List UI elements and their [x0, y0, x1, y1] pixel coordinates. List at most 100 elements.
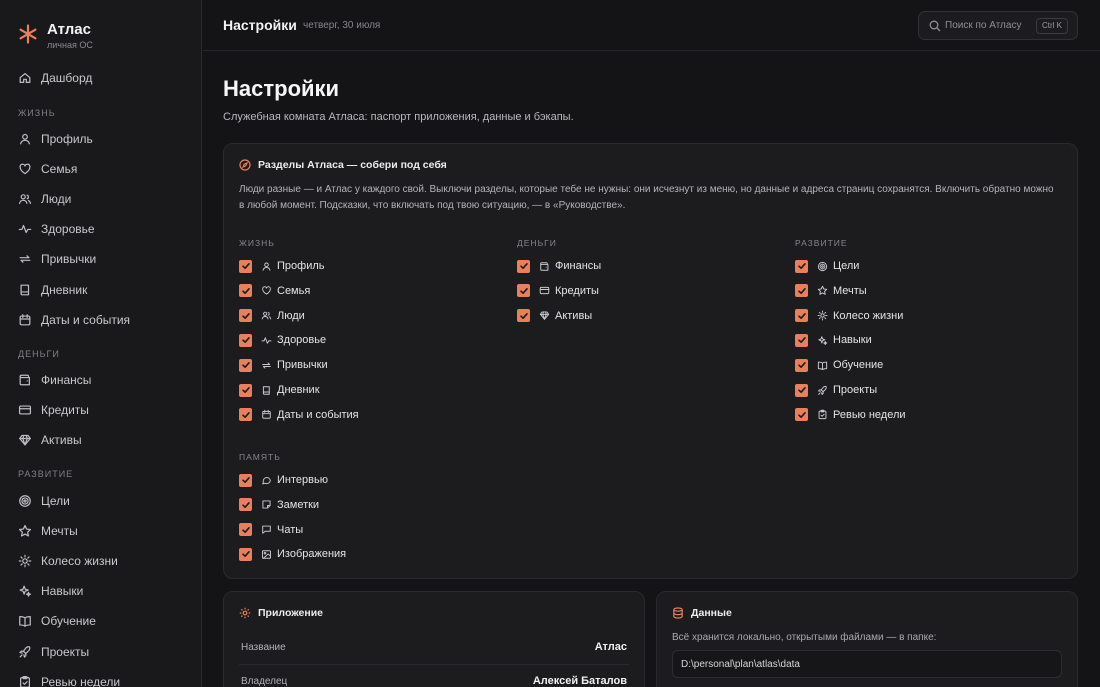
data-path-field[interactable]: D:\personal\plan\atlas\data [672, 650, 1062, 678]
checkbox[interactable] [517, 284, 530, 298]
sun-icon [18, 554, 32, 568]
search-icon [929, 20, 941, 32]
section-toggle-clipboard[interactable]: Ревью недели [795, 407, 906, 423]
sidebar-item-label: Навыки [41, 584, 84, 599]
checkbox[interactable] [795, 408, 808, 422]
app-card-header: Приложение [239, 607, 323, 619]
sidebar-item-pulse[interactable]: Здоровье [18, 217, 193, 241]
wallet-icon [19, 374, 30, 386]
checkmark-icon [241, 411, 250, 418]
section-toggle-note[interactable]: Заметки [239, 497, 319, 513]
section-toggle-repeat[interactable]: Привычки [239, 357, 328, 373]
book-icon [20, 284, 30, 295]
checkmark-icon [241, 526, 250, 533]
sidebar-item-open-book[interactable]: Обучение [18, 609, 193, 633]
section-toggle-heart[interactable]: Семья [239, 283, 310, 299]
checkmark-icon [241, 362, 250, 369]
sidebar-item-label: Цели [41, 494, 70, 508]
sidebar-item-target[interactable]: Цели [18, 489, 193, 513]
section-toggle-book[interactable]: Дневник [239, 382, 320, 398]
section-toggle-chat[interactable]: Чаты [239, 522, 303, 538]
checkbox[interactable] [239, 284, 252, 298]
asterisk-logo-icon [19, 24, 37, 44]
sidebar-item-repeat[interactable]: Привычки [18, 247, 193, 271]
sidebar-item-users[interactable]: Люди [18, 187, 193, 211]
section-toggle-sparkles[interactable]: Навыки [795, 332, 872, 348]
section-toggle-rocket[interactable]: Проекты [795, 382, 877, 398]
sidebar-item-wallet[interactable]: Финансы [18, 368, 193, 392]
checkbox[interactable] [795, 309, 808, 323]
section-toggle-star[interactable]: Мечты [795, 283, 867, 299]
section-toggle-user[interactable]: Профиль [239, 258, 325, 274]
topbar-date: четверг, 30 июля [303, 20, 381, 31]
section-toggle-sun[interactable]: Колесо жизни [795, 308, 903, 324]
app-row-key: Название [241, 642, 286, 653]
section-toggle-open-book[interactable]: Обучение [795, 357, 883, 373]
checkbox[interactable] [795, 333, 808, 347]
checkbox[interactable] [795, 383, 808, 397]
section-toggle-image[interactable]: Изображения [239, 546, 346, 562]
gem-icon [539, 311, 550, 320]
section-toggle-label: Заметки [277, 498, 320, 511]
data-path-value: D:\personal\plan\atlas\data [681, 659, 800, 670]
sidebar-item-user[interactable]: Профиль [18, 127, 193, 151]
checkbox[interactable] [239, 498, 252, 512]
section-toggle-calendar[interactable]: Даты и события [239, 407, 359, 423]
open-book-icon [817, 361, 828, 370]
checkbox[interactable] [795, 259, 808, 273]
checkmark-icon [241, 287, 250, 294]
rocket-icon [19, 645, 31, 658]
section-toggle-wallet[interactable]: Финансы [517, 258, 601, 274]
section-toggle-gem[interactable]: Активы [517, 308, 592, 324]
section-toggle-users[interactable]: Люди [239, 308, 305, 324]
checkbox[interactable] [239, 408, 252, 422]
sidebar-item-rocket[interactable]: Проекты [18, 640, 193, 664]
sidebar-item-sun[interactable]: Колесо жизни [18, 549, 193, 573]
checkbox[interactable] [239, 523, 252, 537]
sidebar-item-credit-card[interactable]: Кредиты [18, 398, 193, 422]
user-icon [20, 133, 30, 145]
app-row-name: Название Атлас [239, 632, 629, 665]
checkbox[interactable] [239, 547, 252, 561]
sidebar-item-star[interactable]: Мечты [18, 519, 193, 543]
topbar: Настройки четверг, 30 июля Поиск по Атла… [203, 0, 1100, 51]
checkbox[interactable] [795, 284, 808, 298]
open-book-icon [19, 616, 31, 628]
pulse-icon [261, 337, 272, 344]
section-toggle-pulse[interactable]: Здоровье [239, 332, 326, 348]
topbar-title: Настройки [223, 17, 297, 33]
section-toggle-credit-card[interactable]: Кредиты [517, 283, 599, 299]
checkbox[interactable] [239, 259, 252, 273]
section-toggle-target[interactable]: Цели [795, 258, 859, 274]
checkbox[interactable] [239, 333, 252, 347]
sidebar-item-calendar[interactable]: Даты и события [18, 308, 193, 332]
checkbox[interactable] [239, 309, 252, 323]
sidebar-item-label: Колесо жизни [41, 554, 118, 569]
sidebar-item-heart[interactable]: Семья [18, 157, 193, 181]
message-circle-icon [262, 476, 271, 484]
sections-card-description: Люди разные — и Атлас у каждого свой. Вы… [239, 184, 1054, 211]
sidebar-item-book[interactable]: Дневник [18, 278, 193, 302]
app-row-key: Владелец [241, 676, 288, 687]
app-card-title: Приложение [258, 607, 324, 619]
checkbox[interactable] [517, 309, 530, 323]
image-icon [262, 550, 271, 559]
group-label-growth: РАЗВИТИЕ [795, 238, 848, 248]
checkmark-icon [241, 477, 250, 483]
sidebar-item-sparkles[interactable]: Навыки [18, 579, 193, 603]
sidebar-item-dashboard[interactable]: Дашборд [18, 66, 193, 90]
sidebar-item-gem[interactable]: Активы [18, 428, 193, 452]
home-icon [19, 73, 31, 83]
section-toggle-message-circle[interactable]: Интервью [239, 472, 328, 488]
checkbox[interactable] [795, 358, 808, 372]
sidebar-item-clipboard[interactable]: Ревью недели [18, 670, 193, 687]
section-toggle-label: Кредиты [555, 284, 599, 297]
checkbox[interactable] [239, 473, 252, 487]
checkbox[interactable] [239, 383, 252, 397]
checkmark-icon [519, 287, 528, 294]
sidebar-item-label: Здоровье [41, 222, 95, 237]
checkbox[interactable] [517, 259, 530, 273]
search-input[interactable]: Поиск по Атласу Ctrl K [918, 11, 1078, 40]
checkbox[interactable] [239, 358, 252, 372]
book-icon [262, 385, 270, 395]
